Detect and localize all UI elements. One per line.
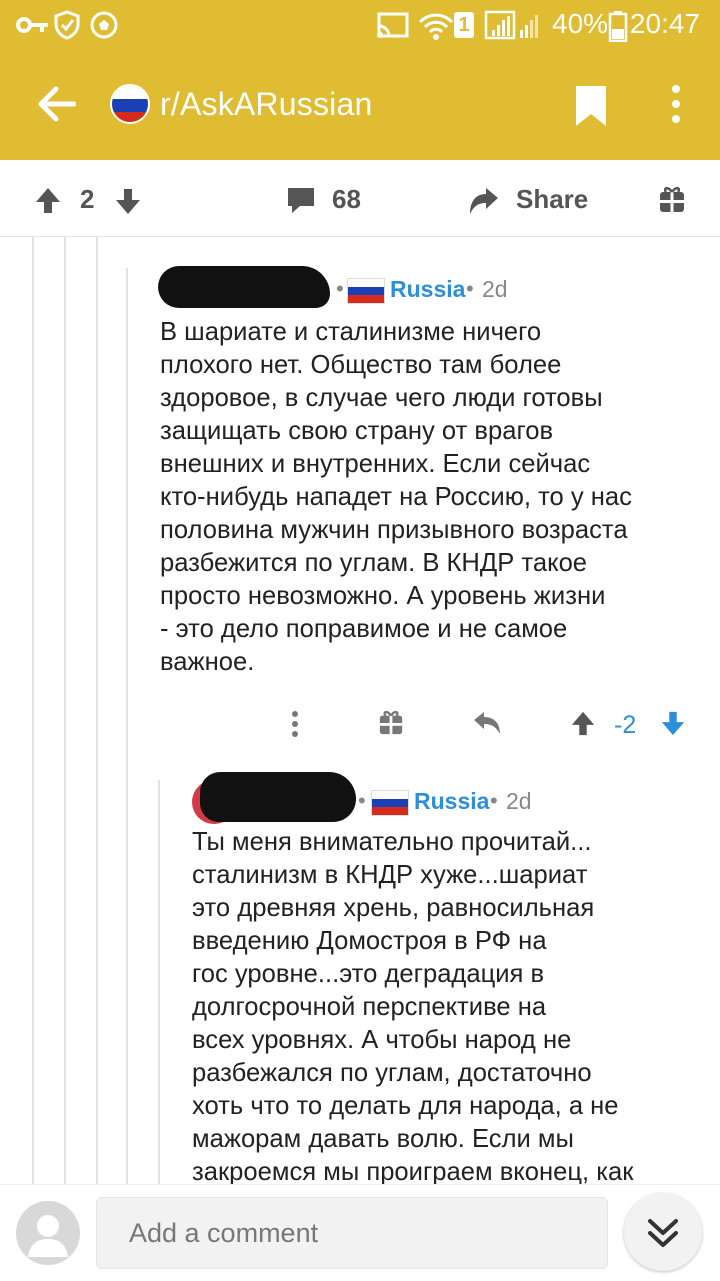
status-bar: 1 40% 20:47 [0,0,720,52]
downvote-icon[interactable] [114,188,142,216]
thread-line [96,237,98,1184]
sim-badge: 1 [454,12,474,38]
app-bar: r/AskARussian [0,52,720,160]
thread-line [64,237,66,1184]
share-icon[interactable] [468,186,500,216]
comment-bubble-icon[interactable] [286,186,316,214]
soccer-ball-icon [90,11,118,39]
key-icon [16,17,48,33]
thread-line [158,780,160,1184]
post-score: 2 [80,184,95,214]
more-options-icon[interactable] [290,710,300,738]
battery-icon [608,11,628,42]
battery-percent: 40% [552,8,609,39]
upvote-icon[interactable] [570,710,596,736]
double-chevron-down-icon [648,1219,678,1247]
redacted-username [158,266,330,308]
meta-separator: • [466,276,474,301]
subreddit-avatar[interactable] [110,84,150,124]
comment-score: -2 [614,711,637,739]
user-avatar[interactable] [16,1201,80,1265]
jump-to-next-button[interactable] [624,1193,702,1271]
reply-icon[interactable] [472,710,502,736]
user-flair: Russia [414,788,490,814]
top-bar: 1 40% 20:47 r/AskARussian [0,0,720,160]
cast-icon [377,12,409,38]
add-comment-input[interactable]: Add a comment [96,1197,608,1269]
signal-icon [484,10,538,40]
share-button[interactable]: Share [516,184,588,215]
russian-flag-icon [372,791,408,815]
upvote-icon[interactable] [34,186,62,214]
comment-body: Ты меня внимательно прочитай... сталиниз… [192,828,634,1184]
award-gift-icon[interactable] [658,186,686,214]
post-action-row: 2 68 Share [0,160,720,237]
user-flair: Russia [390,276,466,302]
comment-timestamp: 2d [506,788,532,814]
comment-body-clip: Ты меня внимательно прочитай... сталиниз… [192,826,712,1184]
bookmark-icon[interactable] [574,84,608,128]
meta-separator: • [490,788,498,813]
thread-line [32,237,34,1184]
downvote-icon[interactable] [660,711,686,737]
wifi-icon [418,13,454,40]
meta-separator: • [358,788,366,813]
overflow-menu-icon[interactable] [670,84,682,124]
meta-separator: • [336,276,344,301]
comment-composer-bar: Add a comment [0,1184,720,1281]
award-gift-icon[interactable] [378,710,404,736]
russian-flag-icon [348,279,384,303]
comment-timestamp: 2d [482,276,508,302]
thread-line [126,268,128,1184]
redacted-username [200,772,356,822]
back-arrow-icon[interactable] [36,84,76,124]
default-avatar-icon [28,1215,68,1257]
comment-count[interactable]: 68 [332,184,361,215]
comment-body: В шариате и сталинизме ничего плохого не… [160,318,632,676]
subreddit-title[interactable]: r/AskARussian [160,86,372,123]
comment-placeholder: Add a comment [129,1218,319,1248]
clock: 20:47 [629,8,700,39]
shield-check-icon [54,10,80,40]
